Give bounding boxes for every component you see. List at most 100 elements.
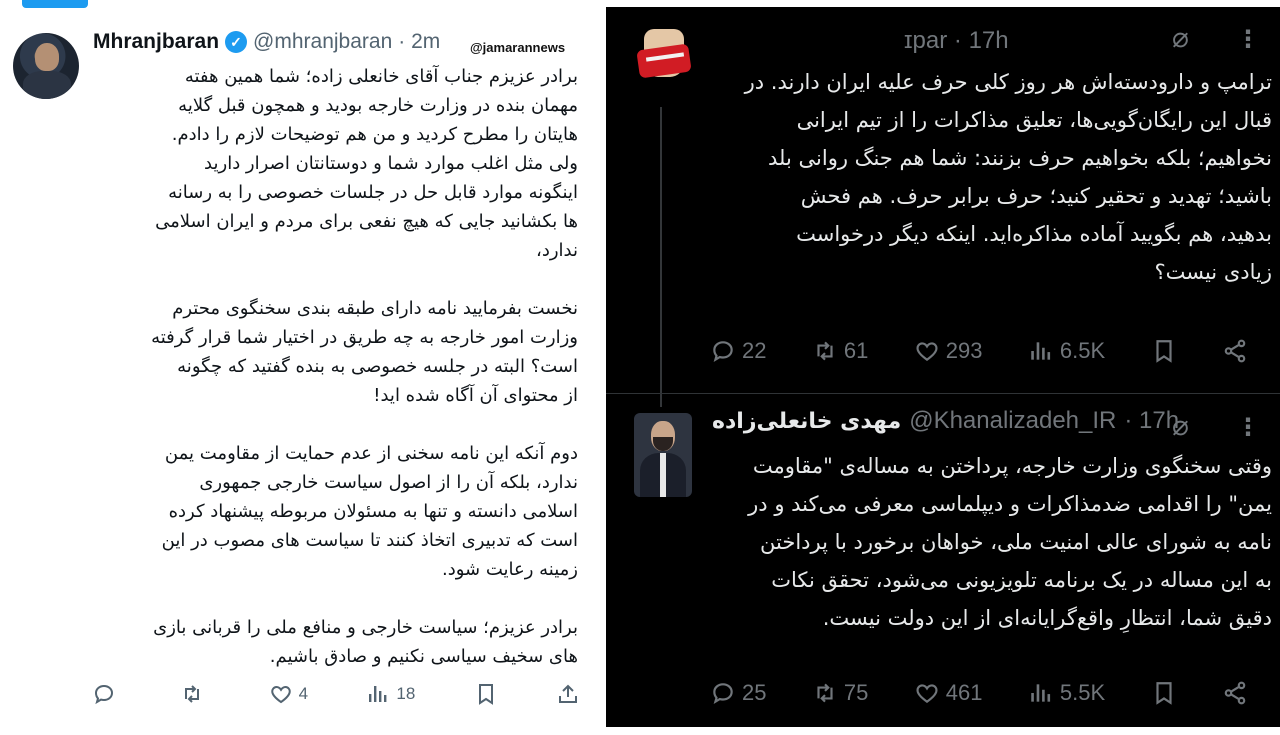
view-count: 18 [396,684,416,703]
author-handle[interactable]: @Khanalizadeh_IR [909,407,1116,435]
reply-count: 25 [742,680,767,705]
tweet-text-line: ندارد، بلکه آن را از اصول سیاست خارجی جم… [199,472,578,493]
tweet-time[interactable]: · 17h [1124,407,1179,435]
tweet-text-line: وزارت امور خارجه به چه طریق در اختیار شم… [151,327,578,348]
tweet-text-line: قبال این رایگان‌گویی‌ها، تعلیق مذاکرات ر… [796,108,1272,132]
tweet-text-line: هایتان را مطرح کردید و من هم توضیحات لاز… [171,124,578,145]
views-icon [369,686,387,702]
left-tweet: Mhranjbaran ✓ @mhranjbaran · 2m @jamaran… [0,0,590,735]
tweet-text-line: برادر عزیزم؛ سیاست خارجی و منافع ملی را … [153,617,578,638]
view-count: 6.5K [1059,338,1106,363]
tweet-text-line: زیادی نیست؟ [1154,260,1272,284]
retweet-icon [817,341,833,361]
bookmark-icon [1155,340,1172,363]
reply-icon [94,684,114,705]
tweet-text-line: اینگونه موارد قابل حل در جلسات خصوصی را … [168,182,578,203]
views-button[interactable]: 18 [366,682,415,706]
tweet-time[interactable]: · 17h [954,27,1009,54]
retweet-button[interactable]: 61 [812,338,868,364]
share-icon [1224,339,1246,363]
right-thread: ɪpar · 17h ⌀ ⋮ ترامپ و دارودسته‌اش هر رو… [606,7,1280,727]
bookmark-icon [1155,682,1172,705]
author-name[interactable]: ɪpar [904,27,947,54]
more-options-icon[interactable]: ⋮ [1236,27,1260,51]
bookmark-button[interactable] [1151,338,1177,364]
bookmark-button[interactable] [1151,680,1177,706]
tweet-header: Mhranjbaran ✓ @mhranjbaran · 2m [93,30,440,54]
retweet-icon [817,683,833,703]
tweet-text-line: اسلامی دانسته و تنها به مسئولان مربوطه پ… [168,501,578,522]
tweet-actions: 4 18 [92,678,580,710]
tweet-header: ɪpar · 17h [904,27,1009,55]
like-button[interactable]: 4 [269,682,308,706]
tweet-text-line: دوم آنکه این نامه سخنی از عدم حمایت از م… [164,443,578,464]
tweet-text-line: دقیق شما، انتظارِ واقع‌گرایانه‌ای از این… [822,606,1272,630]
avatar[interactable] [13,33,79,99]
reply-button[interactable]: 22 [710,338,766,364]
tweet-text-line: است که تدبیری اتخاذ کنند تا سیاست های مص… [161,530,578,551]
retweet-button[interactable] [180,682,210,706]
screenshot-collage: Mhranjbaran ✓ @mhranjbaran · 2m @jamaran… [0,0,1280,735]
reply-button[interactable] [92,682,122,706]
tweet-text: وقتی سخنگوی وزارت خارجه، پرداختن به مسال… [706,447,1272,637]
share-icon [1224,681,1246,705]
verified-badge-icon: ✓ [225,31,248,53]
reply-icon [713,341,733,362]
tweet-header: مهدی خانعلی‌زاده @Khanalizadeh_IR · 17h [712,407,1179,435]
author-name[interactable]: Mhranjbaran [93,30,219,54]
heart-icon [270,685,291,704]
tweet-text-line: از محتوای آن آگاه شده اید! [373,385,578,406]
thread-connector [660,107,662,407]
share-button[interactable] [1222,680,1248,706]
like-count: 4 [298,684,309,703]
tweet-text-line: زمینه رعایت شود. [441,559,578,580]
views-button[interactable]: 6.5K [1028,338,1105,364]
grok-icon[interactable]: ⌀ [1172,21,1189,54]
tweet-text: برادر عزیزم جناب آقای خانعلی زاده؛ شما ه… [92,62,578,671]
share-button[interactable] [1222,338,1248,364]
tab-indicator [22,0,88,8]
tweet-text-line: یمن" را اقدامی ضدمذاکرات و دیپلماسی معرف… [748,492,1272,516]
tweet-text-line: است؟ البته در جلسه خصوصی به بنده گفتید ک… [177,356,578,377]
retweet-button[interactable]: 75 [812,680,868,706]
avatar[interactable] [634,413,692,497]
reply-button[interactable]: 25 [710,680,766,706]
tweet-text-line: باشید؛ تهدید و تحقیر کنید؛ حرف برابر حرف… [800,184,1272,208]
retweet-icon [185,685,200,703]
tweet-text-line: نامه به شورای عالی امنیت ملی، خواهان برخ… [760,530,1272,554]
tweet-text-line: مهمان بنده در وزارت خارجه بودید و همچون … [178,95,578,116]
bookmark-icon [478,684,493,705]
tweet-actions: 25 75 461 5.5K [710,675,1248,711]
heart-icon [916,342,938,361]
views-button[interactable]: 5.5K [1028,680,1105,706]
tweet-text-line: وقتی سخنگوی وزارت خارجه، پرداختن به مسال… [752,454,1272,478]
divider [590,0,606,735]
reply-icon [713,683,733,704]
tweet-text-line: برادر عزیزم جناب آقای خانعلی زاده؛ شما ه… [184,66,578,87]
like-button[interactable]: 461 [914,680,983,706]
like-count: 461 [945,680,983,705]
tweet-text-line: ها بکشانید جایی که هیچ نفعی برای مردم و … [155,211,578,232]
avatar[interactable] [632,21,694,101]
retweet-count: 75 [843,680,869,705]
reply-count: 22 [742,338,767,363]
like-button[interactable]: 293 [914,338,983,364]
grok-icon[interactable]: ⌀ [1172,409,1189,442]
author-handle[interactable]: @mhranjbaran [253,30,392,54]
bookmark-button[interactable] [474,682,498,706]
tweet-text-line: ولی مثل اغلب موارد شما و دوستانتان اصرار… [204,153,578,174]
share-button[interactable] [556,682,580,706]
tweet-text: ترامپ و دارودسته‌اش هر روز کلی حرف علیه … [706,63,1272,291]
tweet-text-line: ندارد، [536,240,578,261]
author-name[interactable]: مهدی خانعلی‌زاده [712,409,901,434]
tweet-time[interactable]: · 2m [398,30,440,54]
tweet-text-line: ترامپ و دارودسته‌اش هر روز کلی حرف علیه … [744,70,1272,94]
tweet-text-line: به این مساله در یک برنامه تلویزیونی می‌ش… [771,568,1272,592]
retweet-count: 61 [843,338,869,363]
tweet-actions: 22 61 293 6.5K [710,333,1248,369]
more-options-icon[interactable]: ⋮ [1236,415,1260,439]
tweet-text-line: های سخیف سیاسی نکنیم و صادق باشیم. [269,646,578,667]
tweet-text-line: نخواهیم؛ بلکه بخواهیم حرف بزنند: شما هم … [768,146,1272,170]
watermark: @jamarannews [470,40,566,55]
views-icon [1031,342,1051,360]
